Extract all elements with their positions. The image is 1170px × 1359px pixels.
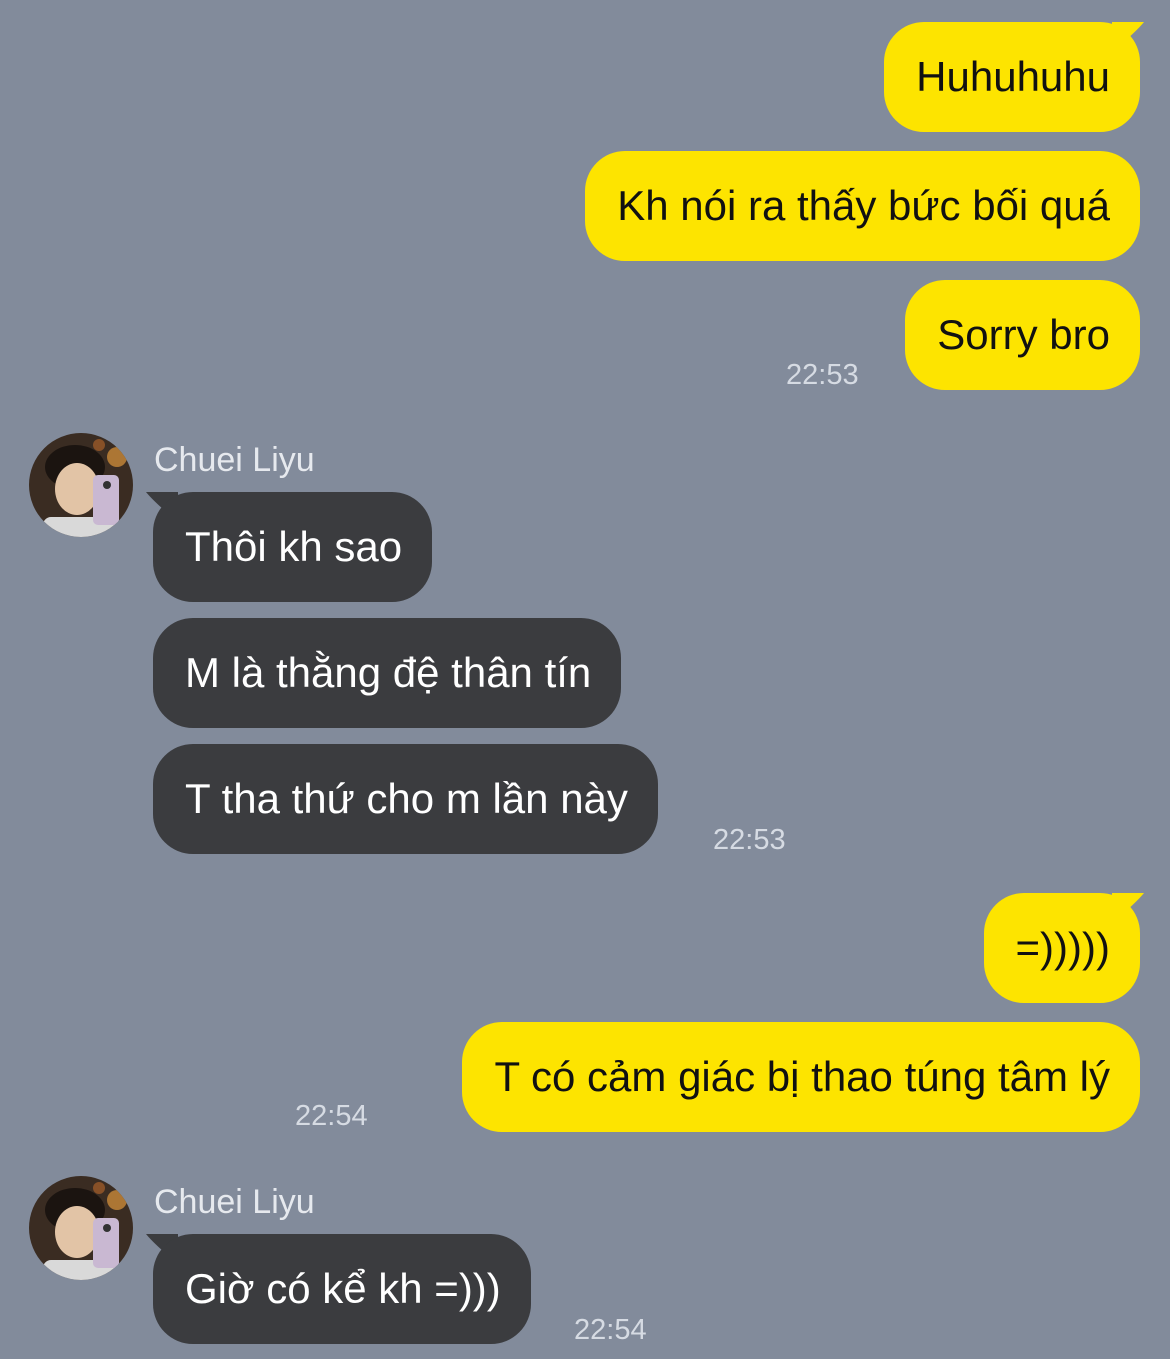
incoming-message[interactable]: Thôi kh sao	[153, 492, 433, 602]
message-timestamp: 22:54	[574, 1314, 647, 1346]
outgoing-message[interactable]: T có cảm giác bị thao túng tâm lý	[462, 1022, 1140, 1132]
outgoing-message[interactable]: =)))))	[983, 893, 1140, 1003]
contact-avatar[interactable]	[29, 433, 133, 537]
sender-name: Chuei Liyu	[154, 441, 315, 479]
message-timestamp: 22:54	[295, 1100, 368, 1132]
message-timestamp: 22:53	[786, 359, 859, 391]
outgoing-message[interactable]: Huhuhuhu	[884, 22, 1140, 132]
outgoing-message[interactable]: Kh nói ra thấy bức bối quá	[585, 151, 1140, 261]
incoming-message[interactable]: Giờ có kể kh =)))	[153, 1234, 531, 1344]
message-timestamp: 22:53	[713, 824, 786, 856]
chat-thread: Huhuhuhu Kh nói ra thấy bức bối quá Sorr…	[0, 0, 1170, 1359]
sender-name: Chuei Liyu	[154, 1183, 315, 1221]
outgoing-message[interactable]: Sorry bro	[905, 280, 1140, 390]
avatar-photo-icon	[29, 1176, 133, 1280]
incoming-message[interactable]: T tha thứ cho m lần này	[153, 744, 658, 854]
incoming-message[interactable]: M là thằng đệ thân tín	[153, 618, 622, 728]
avatar-photo-icon	[29, 433, 133, 537]
contact-avatar[interactable]	[29, 1176, 133, 1280]
